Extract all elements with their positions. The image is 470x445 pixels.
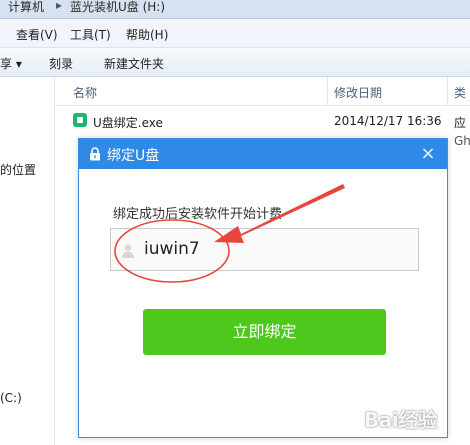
- lock-icon: [90, 147, 100, 161]
- menu-help[interactable]: 帮助(H): [126, 26, 168, 43]
- file-row[interactable]: U盘绑定.exe 2014/12/17 16:36 应 Gh: [55, 110, 470, 148]
- dialog-title-bar[interactable]: 绑定U盘 ×: [79, 139, 447, 169]
- burn-button[interactable]: 刻录: [49, 55, 73, 72]
- column-divider[interactable]: [447, 77, 448, 105]
- baidu-jingyan-watermark: Bai经验: [362, 398, 462, 438]
- breadcrumb-computer[interactable]: 计算机: [8, 0, 44, 15]
- menu-tools[interactable]: 工具(T): [70, 26, 111, 43]
- new-folder-button[interactable]: 新建文件夹: [104, 55, 164, 72]
- username-value: iuwin7: [144, 239, 200, 259]
- close-button[interactable]: ×: [417, 143, 439, 165]
- file-type-next: Gh: [454, 134, 470, 148]
- address-bar[interactable]: 计算机 ▸ 蓝光装机U盘 (H:): [0, 0, 470, 19]
- file-type: 应: [454, 116, 467, 130]
- column-date[interactable]: 修改日期: [334, 84, 382, 101]
- column-type[interactable]: 类: [454, 84, 466, 101]
- dialog-title: 绑定U盘: [107, 148, 160, 164]
- menu-view[interactable]: 查看(V): [16, 26, 58, 43]
- file-date: 2014/12/17 16:36: [334, 114, 442, 128]
- nav-item-drive-c[interactable]: (C:): [0, 391, 22, 405]
- watermark-logo: Bai经验: [364, 408, 438, 432]
- username-field[interactable]: iuwin7: [110, 228, 419, 271]
- nav-item-locations[interactable]: 的位置: [0, 161, 36, 178]
- menu-bar: 查看(V) 工具(T) 帮助(H): [0, 19, 470, 48]
- breadcrumb-separator-icon: ▸: [56, 0, 63, 12]
- bind-instruction-label: 绑定成功后安装软件开始计费: [113, 207, 283, 222]
- navigation-pane: 的位置 (C:): [0, 77, 55, 445]
- column-divider[interactable]: [327, 77, 328, 105]
- user-icon: [122, 244, 134, 258]
- bind-now-button[interactable]: 立即绑定: [143, 309, 386, 355]
- share-button[interactable]: 享 ▾: [0, 55, 22, 72]
- column-header: 名称 修改日期 类: [55, 77, 470, 106]
- command-bar: 享 ▾ 刻录 新建文件夹: [0, 48, 470, 77]
- close-icon: ×: [420, 143, 436, 164]
- breadcrumb-drive[interactable]: 蓝光装机U盘 (H:): [70, 0, 165, 15]
- column-name[interactable]: 名称: [73, 84, 97, 101]
- bind-usb-dialog: 绑定U盘 × 绑定成功后安装软件开始计费 iuwin7 立即绑定: [78, 138, 448, 438]
- exe-icon: [73, 113, 87, 127]
- file-name: U盘绑定.exe: [93, 116, 163, 130]
